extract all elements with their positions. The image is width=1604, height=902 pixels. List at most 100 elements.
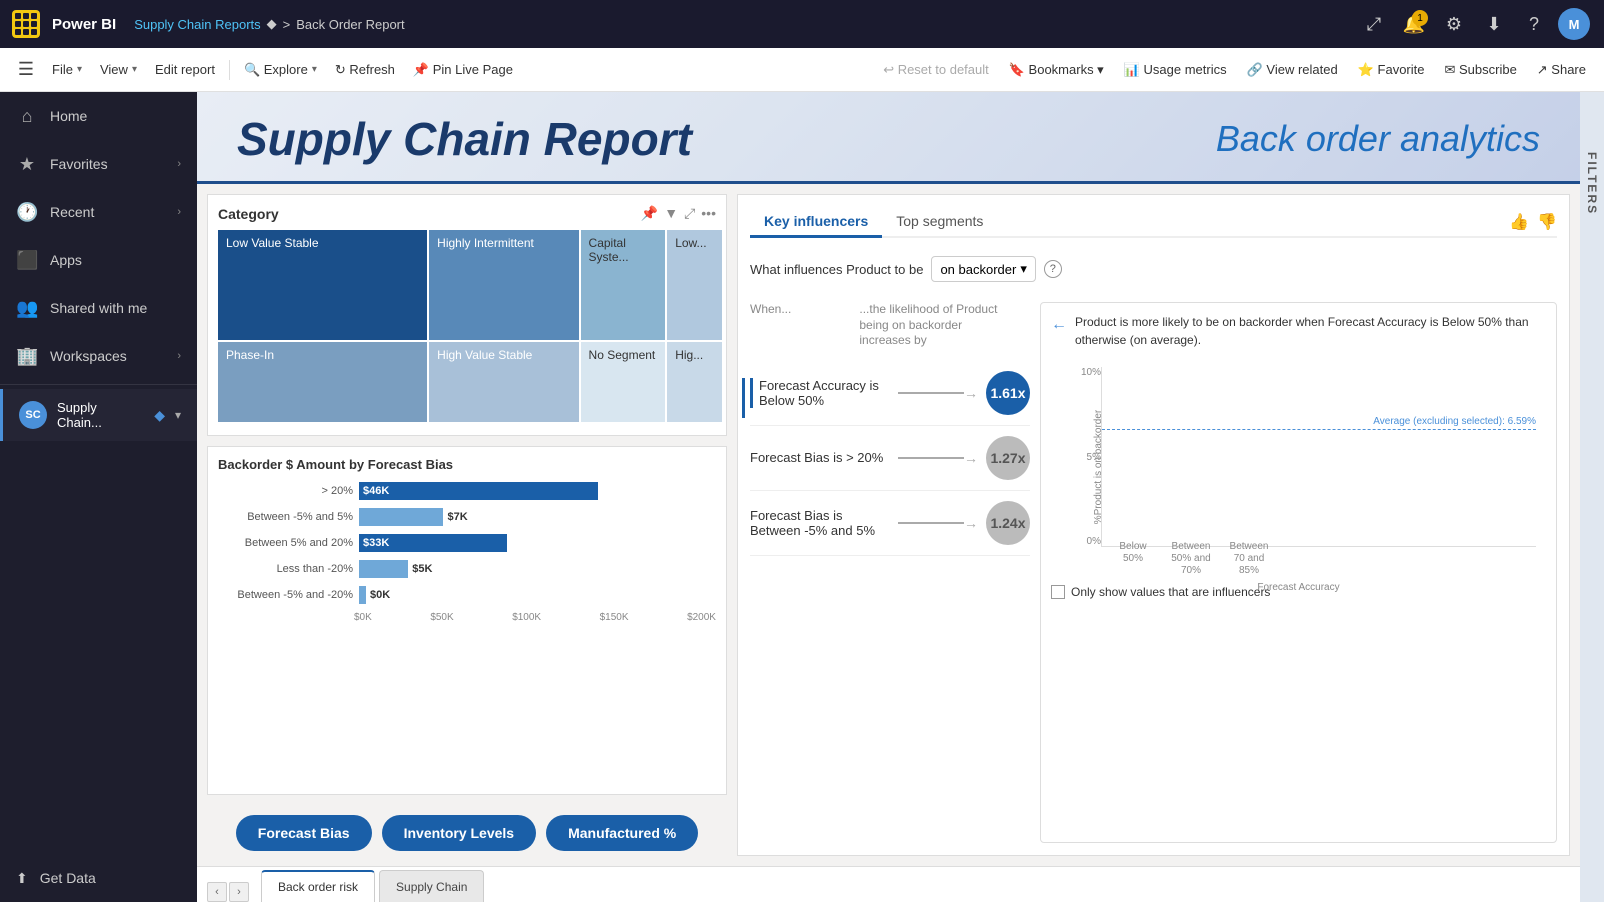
- treemap-cell-high-value[interactable]: High Value Stable: [429, 342, 578, 422]
- bar-label-2: Between -5% and 5%: [223, 511, 353, 523]
- bottom-tab-backorder[interactable]: Back order risk: [261, 870, 375, 902]
- sidebar-item-get-data[interactable]: ⬆ Get Data: [0, 854, 197, 902]
- top-nav: Power BI Supply Chain Reports ◆ > Back O…: [0, 0, 1604, 48]
- manufactured-pct-tab[interactable]: Manufactured %: [546, 815, 698, 851]
- ki-body: When... ...the likelihood of Product bei…: [750, 302, 1557, 843]
- ki-influencer-row-3[interactable]: Forecast Bias is Between -5% and 5% → 1.…: [750, 491, 1030, 556]
- sidebar-item-home[interactable]: ⌂ Home: [0, 92, 197, 140]
- ki-description-text: Product is more likely to be on backorde…: [1075, 313, 1546, 349]
- ki-influencer-row-1[interactable]: Forecast Accuracy is Below 50% → 1.61x: [750, 361, 1030, 426]
- sidebar-item-shared[interactable]: 👥 Shared with me: [0, 284, 197, 332]
- influencers-checkbox[interactable]: [1051, 585, 1065, 599]
- filter-icon[interactable]: ▼: [664, 205, 678, 222]
- sidebar-separator: [0, 384, 197, 385]
- bar-track-5: $0K: [359, 586, 711, 604]
- menu-toggle[interactable]: ☰: [10, 54, 42, 86]
- waffle-icon[interactable]: [12, 10, 40, 38]
- treemap-actions: 📌 ▼ ⤢ •••: [641, 205, 716, 222]
- refresh-btn[interactable]: ↻ Refresh: [327, 54, 403, 86]
- settings-button[interactable]: ⚙: [1436, 6, 1472, 42]
- sidebar-item-favorites[interactable]: ★ Favorites ›: [0, 140, 197, 188]
- treemap-cell-highly-intermittent[interactable]: Highly Intermittent: [429, 230, 578, 340]
- report-body: Category 📌 ▼ ⤢ ••• Low Value Stable High…: [197, 184, 1580, 866]
- help-button[interactable]: ?: [1516, 6, 1552, 42]
- thumbs-down-icon[interactable]: 👎: [1537, 212, 1557, 232]
- pin-icon[interactable]: 📌: [641, 205, 658, 222]
- download-button[interactable]: ⬇: [1476, 6, 1512, 42]
- tab-key-influencers[interactable]: Key influencers: [750, 207, 882, 238]
- treemap-title: Category: [218, 206, 279, 222]
- tab-next-arrow[interactable]: ›: [229, 882, 249, 902]
- treemap-cell-no-segment[interactable]: No Segment: [581, 342, 666, 422]
- view-menu[interactable]: View ▾: [92, 54, 145, 86]
- expand-button[interactable]: ⤢: [1356, 6, 1392, 42]
- ki-dropdown[interactable]: on backorder ▾: [931, 256, 1035, 282]
- ki-help-icon[interactable]: ?: [1044, 260, 1062, 278]
- y-tick-5: 5%: [1087, 452, 1101, 463]
- breadcrumb-sep: >: [283, 17, 291, 32]
- usage-metrics-btn[interactable]: 📊 Usage metrics: [1116, 54, 1235, 86]
- more-options-icon[interactable]: •••: [701, 205, 716, 222]
- sidebar-label-supply: Supply Chain...: [57, 400, 144, 430]
- report-title: Supply Chain Report: [237, 112, 692, 166]
- file-menu[interactable]: File ▾: [44, 54, 90, 86]
- explore-btn[interactable]: 🔍 Explore ▾: [236, 54, 325, 86]
- filters-panel[interactable]: FILTERS: [1580, 92, 1604, 902]
- treemap-cell-phase-in[interactable]: Phase-In: [218, 342, 427, 422]
- ki-mini-chart: %Product is on backorder 10% 5% 0%: [1051, 357, 1546, 577]
- ki-influencer-row-2[interactable]: Forecast Bias is > 20% → 1.27x: [750, 426, 1030, 491]
- back-arrow-icon[interactable]: ←: [1051, 313, 1067, 337]
- pin-live-btn[interactable]: 📌 Pin Live Page: [405, 54, 521, 86]
- ki-arrow-line-2: →: [898, 450, 978, 466]
- tab-prev-arrow[interactable]: ‹: [207, 882, 227, 902]
- report-subtitle: Back order analytics: [1216, 118, 1540, 160]
- treemap-cell-capital-system[interactable]: Capital Syste...: [581, 230, 666, 340]
- profile-button[interactable]: M: [1556, 6, 1592, 42]
- bar-value-3: $33K: [359, 537, 389, 549]
- sidebar-item-supply-chain[interactable]: SC Supply Chain... ◆ ▾: [0, 389, 197, 441]
- tab-buttons: Forecast Bias Inventory Levels Manufactu…: [207, 805, 727, 856]
- bar-fill-3: $33K: [359, 534, 507, 552]
- thumbs-up-icon[interactable]: 👍: [1509, 212, 1529, 232]
- notification-button[interactable]: 🔔 1: [1396, 6, 1432, 42]
- bottom-tabs: ‹ › Back order risk Supply Chain: [197, 866, 1580, 902]
- share-btn[interactable]: ↗ Share: [1529, 54, 1594, 86]
- mini-bar-groups: [1102, 367, 1536, 546]
- sidebar-item-recent[interactable]: 🕐 Recent ›: [0, 188, 197, 236]
- breadcrumb-supply-chain[interactable]: Supply Chain Reports: [134, 17, 260, 32]
- view-related-btn[interactable]: 🔗 View related: [1239, 54, 1346, 86]
- content-area: Supply Chain Report Back order analytics…: [197, 92, 1580, 902]
- favorites-icon: ★: [16, 154, 38, 175]
- ki-badge-1: 1.61x: [986, 371, 1030, 415]
- expand-icon[interactable]: ⤢: [684, 205, 695, 222]
- treemap-cell-hig-r2[interactable]: Hig...: [667, 342, 722, 422]
- bookmarks-btn[interactable]: 🔖 Bookmarks ▾: [1001, 54, 1112, 86]
- x-label-below50: Below 50%: [1111, 541, 1155, 577]
- shared-icon: 👥: [16, 298, 38, 319]
- tab-nav-arrows: ‹ ›: [207, 882, 249, 902]
- sidebar-item-workspaces[interactable]: 🏢 Workspaces ›: [0, 332, 197, 380]
- reset-default-btn[interactable]: ↩ Reset to default: [875, 54, 997, 86]
- treemap-cell-low-value[interactable]: Low Value Stable: [218, 230, 427, 340]
- home-icon: ⌂: [16, 106, 38, 127]
- sidebar-item-apps[interactable]: ⬛ Apps: [0, 236, 197, 284]
- workspaces-icon: 🏢: [16, 346, 38, 367]
- treemap-cell-low-r1c4[interactable]: Low...: [667, 230, 722, 340]
- inventory-levels-tab[interactable]: Inventory Levels: [382, 815, 537, 851]
- favorite-btn[interactable]: ⭐ Favorite: [1350, 54, 1433, 86]
- avg-line-label: Average (excluding selected): 6.59%: [1373, 416, 1536, 427]
- diamond-icon: ◆: [154, 407, 165, 424]
- sidebar-label-get-data: Get Data: [40, 870, 96, 886]
- forecast-bias-tab[interactable]: Forecast Bias: [236, 815, 372, 851]
- second-nav-right: ↩ Reset to default 🔖 Bookmarks ▾ 📊 Usage…: [875, 54, 1594, 86]
- bar-row-1: > 20% $46K: [223, 482, 711, 500]
- ki-description: ← Product is more likely to be on backor…: [1051, 313, 1546, 349]
- y-tick-10: 10%: [1081, 367, 1101, 378]
- ki-column-headers: When... ...the likelihood of Product bei…: [750, 302, 1030, 357]
- edit-report-btn[interactable]: Edit report: [147, 54, 223, 86]
- tab-top-segments[interactable]: Top segments: [882, 207, 997, 238]
- bottom-tab-supply-chain[interactable]: Supply Chain: [379, 870, 484, 902]
- ki-badge-3: 1.24x: [986, 501, 1030, 545]
- bar-value-4: $5K: [412, 563, 432, 575]
- subscribe-btn[interactable]: ✉ Subscribe: [1436, 54, 1524, 86]
